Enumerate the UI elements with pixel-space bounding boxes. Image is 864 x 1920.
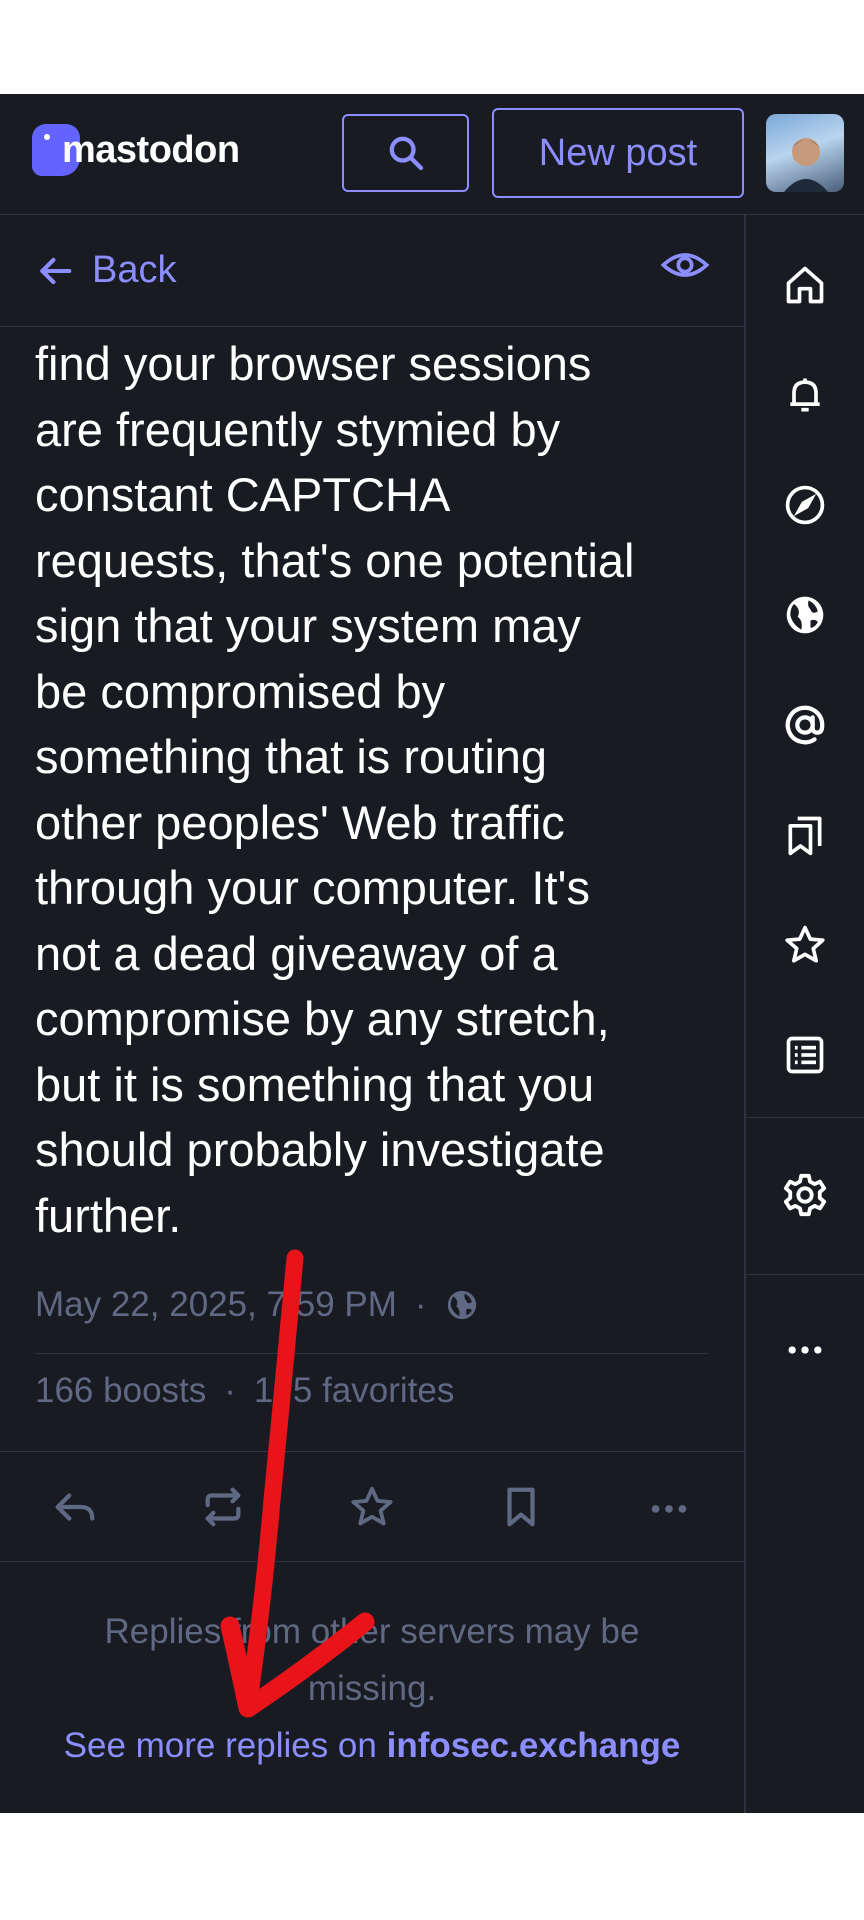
red-arrow-annotation <box>220 1249 375 1718</box>
